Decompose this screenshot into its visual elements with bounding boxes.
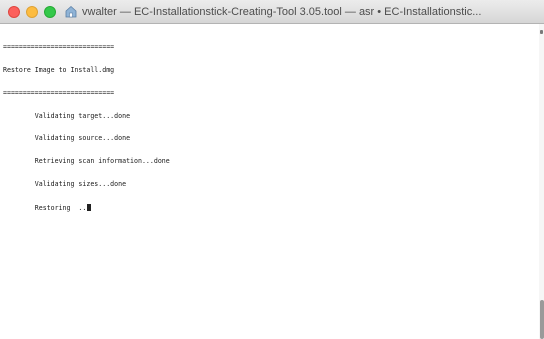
terminal-output[interactable]: ============================ Restore Ima… <box>0 24 540 339</box>
minimize-button[interactable] <box>26 6 38 18</box>
window-title: vwalter — EC-Installationstick-Creating-… <box>82 6 482 18</box>
restore-heading-line: Restore Image to Install.dmg <box>3 65 115 74</box>
text-cursor <box>87 203 92 211</box>
output-line: Validating sizes...done <box>3 179 127 188</box>
close-button[interactable] <box>8 6 20 18</box>
restoring-text: Restoring .. <box>3 203 87 212</box>
home-folder-icon[interactable] <box>64 4 78 19</box>
separator-line: ============================ <box>3 43 115 52</box>
scrollbar-thumb[interactable] <box>540 300 544 339</box>
restoring-line: Restoring .. <box>3 203 540 212</box>
output-line: Retrieving scan information...done <box>3 157 170 166</box>
title-bar[interactable]: vwalter — EC-Installationstick-Creating-… <box>0 0 544 24</box>
output-line: Validating source...done <box>3 134 131 143</box>
scroll-indicator-icon <box>540 30 543 34</box>
vertical-scrollbar[interactable] <box>539 24 544 339</box>
separator-line: ============================ <box>3 88 115 97</box>
output-line: Validating target...done <box>3 111 131 120</box>
zoom-button[interactable] <box>44 6 56 18</box>
terminal-window: vwalter — EC-Installationstick-Creating-… <box>0 0 544 339</box>
